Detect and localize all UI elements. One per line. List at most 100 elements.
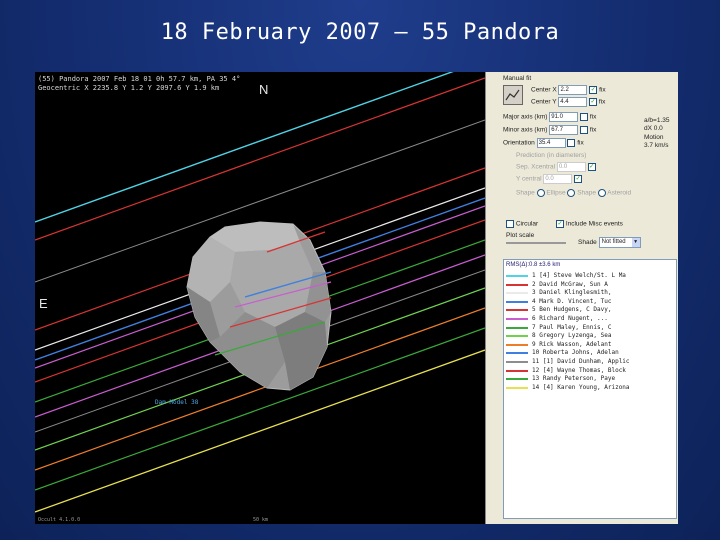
chord-list[interactable]: RMS(Δ):0.8 ±3.6 km 1 [4] Steve Welch/St.… (503, 259, 677, 519)
pred-y-checkbox[interactable]: ✓ (574, 175, 583, 183)
shade-select[interactable]: Not fitted ▼ (598, 237, 641, 248)
chord-list-text: 4 Mark D. Vincent, Tuc (532, 297, 612, 305)
status-left: Occult 4.1.0.0 (38, 517, 81, 523)
chord-list-item[interactable]: 11 [1] David Dunham, Applic (504, 358, 676, 366)
chord-list-text: 11 [1] David Dunham, Applic (532, 358, 630, 365)
plot-header-line-1: (55) Pandora 2007 Feb 18 01 0h 57.7 km, … (38, 75, 241, 83)
circular-label: Circular (515, 220, 539, 228)
asteroid-shape-model (186, 221, 332, 391)
plot-scale-slider[interactable] (506, 242, 566, 244)
occult-window: (55) Pandora 2007 Feb 18 01 0h 57.7 km, … (35, 72, 678, 524)
minor-axis-row: Minor axis (km) 67.7 fix (503, 125, 596, 135)
orientation-row: Orientation 35.4 fix (503, 138, 584, 148)
center-y-label: Center Y (531, 98, 557, 106)
rms-label: RMS(Δ):0.8 ±3.6 km (506, 262, 561, 268)
chord-color-swatch (506, 343, 528, 346)
chevron-down-icon: ▼ (631, 238, 640, 247)
chord-list-text: 2 David McGraw, Sun A (532, 280, 608, 288)
orientation-fix-checkbox[interactable] (567, 139, 576, 147)
chord-color-swatch (506, 369, 528, 372)
pred-y-label: Y central (516, 175, 542, 183)
compass-east-label: E (39, 296, 48, 311)
chord-list-item[interactable]: 6 Richard Nugent, ... (504, 315, 676, 323)
chart-icon-button[interactable] (503, 85, 523, 105)
minor-axis-fix-label: fix (589, 126, 597, 134)
chord-list-item[interactable]: 2 David McGraw, Sun A (504, 281, 676, 289)
center-y-input[interactable]: 4.4 (558, 97, 588, 107)
chord-list-text: 8 Gregory Lyzenga, Sea (532, 332, 612, 340)
chord-list-item[interactable]: 13 Randy Peterson, Paye (504, 375, 676, 383)
chord-list-item[interactable]: 14 [4] Karen Young, Arizona (504, 384, 676, 392)
pred-x-label: Sep. Xcentral (516, 163, 556, 171)
chord-list-item[interactable]: 9 Rick Wasson, Adelant (504, 341, 676, 349)
major-axis-row: Major axis (km) 91.0 fix (503, 112, 596, 122)
side-note-2: dX 0.0 (644, 125, 663, 132)
chord-list-text: 13 Randy Peterson, Paye (532, 375, 616, 383)
status-mid: 50 km (253, 517, 269, 523)
orientation-input[interactable]: 35.4 (536, 138, 566, 148)
pred-x-input[interactable]: 0.0 (556, 162, 586, 172)
occultation-plot: (55) Pandora 2007 Feb 18 01 0h 57.7 km, … (35, 72, 485, 524)
minor-axis-fix-checkbox[interactable] (580, 126, 589, 134)
chord-color-swatch (506, 275, 528, 277)
pred-x-checkbox[interactable]: ✓ (587, 163, 596, 171)
major-axis-input[interactable]: 91.0 (549, 112, 579, 122)
chord-list-item[interactable]: 1 [4] Steve Welch/St. L Ma (504, 272, 676, 280)
major-axis-label: Major axis (km) (503, 113, 548, 121)
side-note-1: a/b=1.35 (644, 117, 670, 124)
orientation-label: Orientation (503, 139, 535, 147)
chord-color-swatch (506, 309, 528, 312)
control-panel: Manual fit Center X 2.2 ✓ fix Center Y 4… (485, 72, 678, 524)
chord-plot-svg (35, 72, 485, 513)
slide-title: 18 February 2007 – 55 Pandora (160, 20, 560, 45)
chord-list-item[interactable]: 4 Mark D. Vincent, Tuc (504, 298, 676, 306)
compass-north-label: N (259, 82, 269, 97)
shape-opt-asteroid: Asteroid (607, 189, 632, 197)
shape-radio-ellipse[interactable] (536, 189, 545, 197)
include-misc-checkbox[interactable]: ✓ (556, 220, 564, 228)
minor-axis-input[interactable]: 67.7 (549, 125, 579, 135)
center-x-fix-checkbox[interactable]: ✓ (589, 86, 598, 94)
pred-y-input[interactable]: 0.0 (543, 174, 573, 184)
model-label: Dam Model 38 (155, 399, 199, 406)
plot-scale-label: Plot scale (506, 232, 535, 239)
plot-header-line-2: Geocentric X 2235.8 Y 1.2 Y 2097.6 Y 1.9… (38, 84, 220, 92)
center-y-fix-checkbox[interactable]: ✓ (589, 98, 598, 106)
major-axis-fix-label: fix (589, 113, 597, 121)
chord-list-item[interactable]: 5 Ben Hudgens, C Davy, (504, 306, 676, 314)
major-axis-fix-checkbox[interactable] (580, 113, 589, 121)
center-y-row: Center Y 4.4 ✓ fix (531, 97, 605, 107)
motion-label: Motion (644, 134, 664, 141)
chord-list-text: 10 Roberta Johns, Adelan (532, 349, 619, 357)
chord-list-item[interactable]: 7 Paul Maley, Ennis, C (504, 324, 676, 332)
chord-list-text: 3 Daniel Klinglesmith, (532, 289, 612, 297)
shade-row: Shade Not fitted ▼ (578, 237, 641, 248)
circular-checkbox[interactable] (506, 220, 514, 228)
shade-select-value: Not fitted (601, 239, 626, 245)
chord-list-item[interactable]: 10 Roberta Johns, Adelan (504, 349, 676, 357)
center-y-fix-label: fix (598, 98, 606, 106)
chord-color-swatch (506, 352, 528, 355)
chord-list-item[interactable]: 8 Gregory Lyzenga, Sea (504, 332, 676, 340)
chord-list-item[interactable]: 12 [4] Wayne Thomas, Block (504, 367, 676, 375)
chord-color-swatch (506, 292, 528, 295)
orientation-fix-label: fix (577, 139, 584, 147)
chord-list-text: 1 [4] Steve Welch/St. L Ma (532, 272, 626, 279)
chord-list-text: 7 Paul Maley, Ennis, C (532, 323, 612, 331)
motion-value: 3.7 km/s (644, 142, 669, 149)
pred-y-row: Y central 0.0 ✓ (516, 174, 583, 184)
shape-opt-ellipse: Ellipse (546, 189, 566, 197)
chord-list-text: 9 Rick Wasson, Adelant (532, 340, 612, 348)
pred-x-row: Sep. Xcentral 0.0 ✓ (516, 162, 596, 172)
center-x-input[interactable]: 2.2 (558, 85, 588, 95)
chord-color-swatch (506, 300, 528, 303)
shape-radio-shape[interactable] (567, 189, 576, 197)
chord-color-swatch (506, 318, 528, 320)
include-misc-row: ✓ Include Misc events (556, 220, 623, 228)
chord-color-swatch (506, 386, 528, 389)
include-misc-label: Include Misc events (565, 220, 623, 228)
center-x-label: Center X (531, 86, 557, 94)
shape-radio-asteroid[interactable] (597, 189, 606, 197)
chord-list-item[interactable]: 3 Daniel Klinglesmith, (504, 289, 676, 297)
chart-icon (505, 89, 520, 101)
